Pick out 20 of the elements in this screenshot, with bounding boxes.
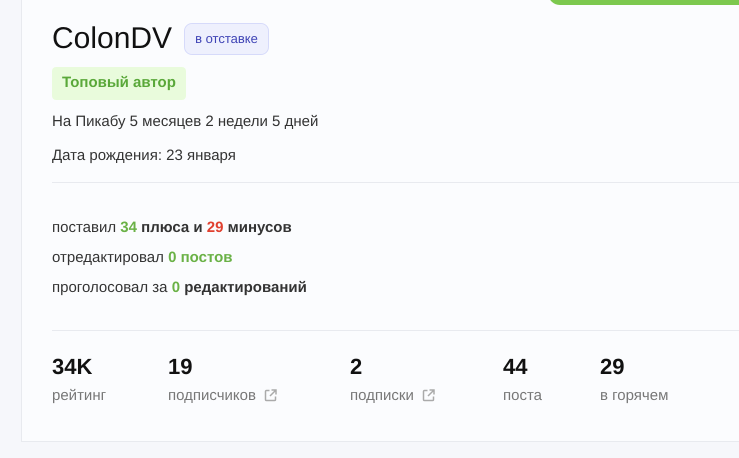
stat-value: 19 bbox=[168, 354, 192, 380]
stat-label: в горячем bbox=[600, 386, 668, 406]
stat-label: поста bbox=[503, 386, 542, 406]
activity-text: поставил 34 плюса и 29 минусов bbox=[52, 218, 293, 238]
activity-text: отредактировал 0 постов bbox=[52, 248, 234, 268]
external-link-icon[interactable] bbox=[264, 389, 277, 402]
stat-value: 2 bbox=[350, 354, 362, 380]
stat-link[interactable]: подписчиков bbox=[168, 386, 256, 406]
stat-label: рейтинг bbox=[52, 386, 106, 406]
stat-value: 34K bbox=[52, 354, 92, 380]
profile-info-text: На Пикабу 5 месяцев 2 недели 5 дней bbox=[52, 112, 320, 132]
stat-value: 44 bbox=[503, 354, 528, 380]
stat-link[interactable]: подписки bbox=[350, 386, 414, 406]
stat-value: 29 bbox=[600, 354, 624, 380]
profile-info-text: Дата рождения: 23 января bbox=[52, 146, 237, 166]
award-badge: Топовый автор bbox=[52, 67, 186, 100]
external-link-icon[interactable] bbox=[422, 389, 435, 402]
status-badge: в отставке bbox=[184, 23, 269, 55]
username: ColonDV bbox=[52, 21, 172, 57]
activity-text: проголосовал за 0 редактирований bbox=[52, 278, 308, 298]
